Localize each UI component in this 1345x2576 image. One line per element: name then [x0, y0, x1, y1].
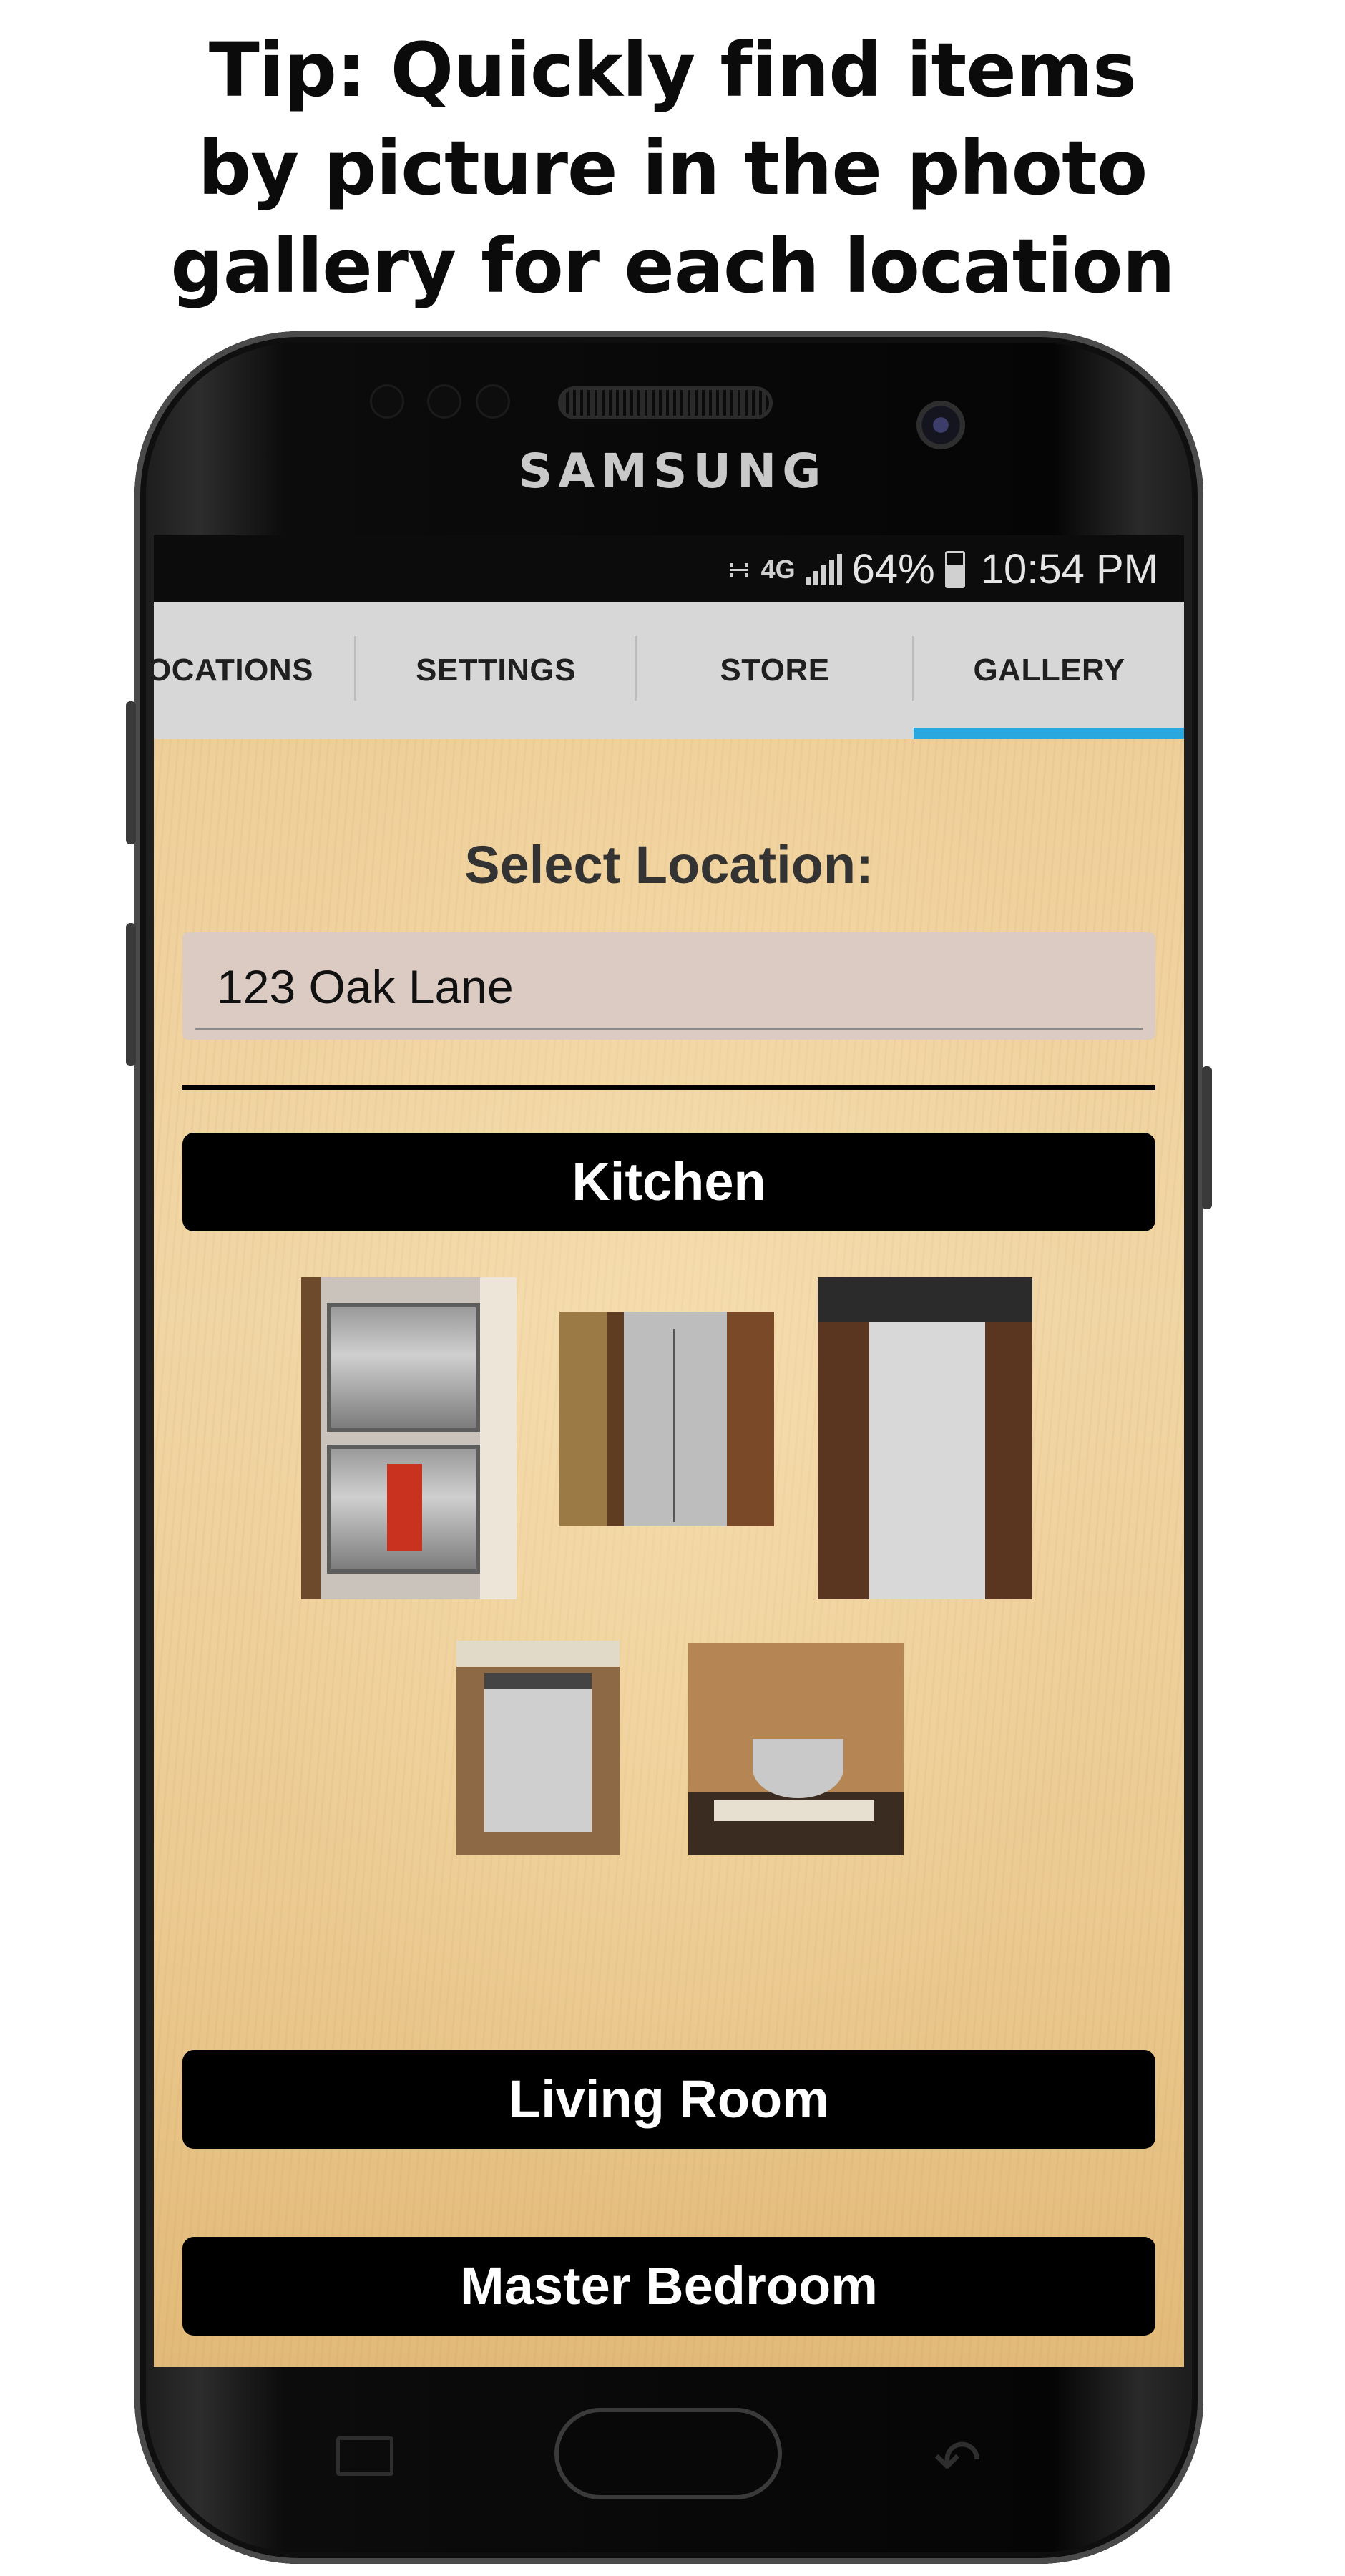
section-divider: [182, 1085, 1155, 1090]
network-type: 4G: [760, 554, 796, 584]
dropdown-underline: [195, 1028, 1143, 1030]
signal-icon: [805, 553, 842, 585]
wifi-icon: ∺: [727, 553, 751, 585]
gallery-content[interactable]: Select Location: 123 Oak Lane Kitchen Li…: [154, 739, 1184, 2367]
phone-screen: ∺ 4G 64% 10:54 PM OCATIONS SETTINGS STOR…: [154, 535, 1184, 2367]
clock: 10:54 PM: [980, 546, 1158, 592]
sensor-icon: [478, 386, 508, 416]
tab-label: OCATIONS: [154, 653, 313, 688]
power-button: [1202, 1066, 1212, 1209]
headline-line-2: by picture in the photo: [197, 125, 1148, 212]
earpiece-speaker: [562, 390, 769, 416]
back-icon[interactable]: ↶: [934, 2427, 982, 2494]
photo-thumbnail-mixer[interactable]: [688, 1643, 904, 1855]
battery-icon: [944, 550, 965, 588]
tab-store[interactable]: STORE: [637, 602, 913, 739]
select-location-label: Select Location:: [464, 835, 874, 894]
selected-location: 123 Oak Lane: [217, 960, 514, 1013]
section-header-kitchen[interactable]: Kitchen: [182, 1133, 1155, 1231]
sensor-icon: [429, 386, 459, 416]
section-header-living-room[interactable]: Living Room: [182, 2050, 1155, 2149]
photo-thumbnail-dishwasher[interactable]: [456, 1641, 620, 1855]
photo-thumbnail-refrigerator[interactable]: [559, 1312, 774, 1526]
active-tab-indicator: [914, 728, 1184, 739]
front-camera-icon: [916, 401, 965, 449]
tab-label: STORE: [720, 653, 830, 688]
promo-headline: Tip: Quickly find items by picture in th…: [0, 21, 1345, 316]
photo-thumbnail-dishwasher[interactable]: [818, 1277, 1032, 1599]
status-bar: ∺ 4G 64% 10:54 PM: [154, 535, 1184, 602]
device-brand: SAMSUNG: [518, 444, 827, 499]
tab-settings[interactable]: SETTINGS: [356, 602, 635, 739]
home-button[interactable]: [554, 2408, 782, 2499]
headline-line-3: gallery for each location: [170, 223, 1175, 310]
section-header-master-bedroom[interactable]: Master Bedroom: [182, 2237, 1155, 2336]
volume-down-button: [126, 923, 136, 1066]
sensor-icon: [372, 386, 402, 416]
tab-label: SETTINGS: [415, 653, 577, 688]
tab-gallery[interactable]: GALLERY: [914, 602, 1184, 739]
headline-line-1: Tip: Quickly find items: [208, 26, 1137, 114]
location-dropdown[interactable]: 123 Oak Lane: [182, 932, 1155, 1040]
recent-apps-icon[interactable]: [336, 2436, 393, 2476]
tab-label: GALLERY: [973, 653, 1125, 688]
tab-locations[interactable]: OCATIONS: [154, 602, 321, 739]
battery-percent: 64%: [851, 546, 935, 592]
photo-thumbnail-oven[interactable]: [301, 1277, 517, 1599]
volume-up-button: [126, 701, 136, 844]
tab-bar: OCATIONS SETTINGS STORE GALLERY: [154, 602, 1184, 739]
